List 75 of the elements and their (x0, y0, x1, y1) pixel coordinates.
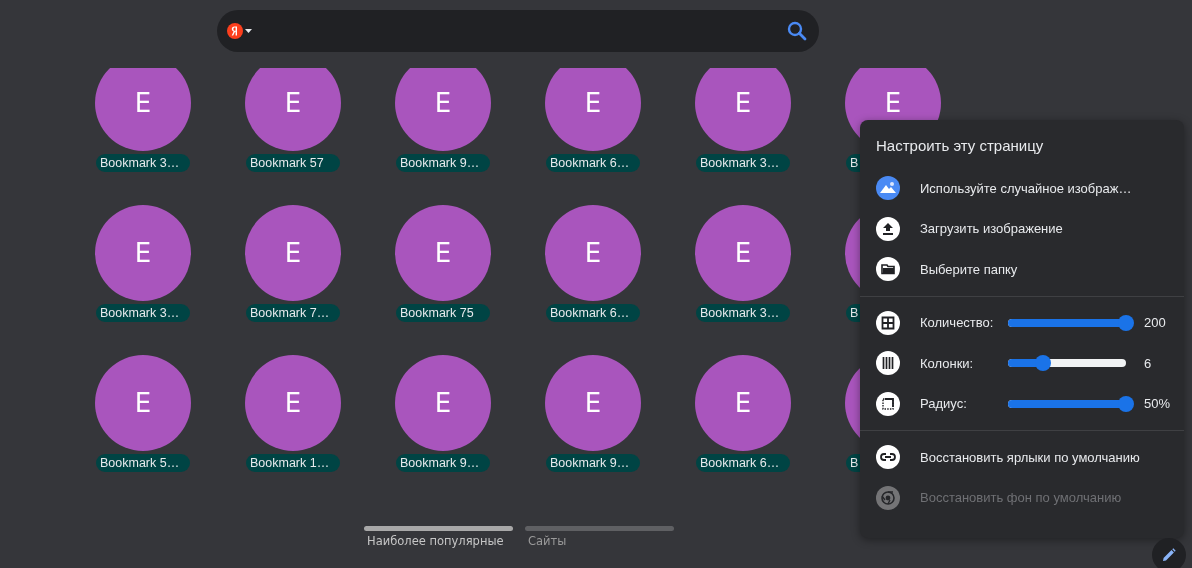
tile-letter: E (284, 238, 302, 268)
slider-handle[interactable] (1035, 355, 1052, 372)
tile-letter: E (584, 238, 602, 268)
slider-label: Колонки: (920, 355, 975, 371)
tile-letter: E (434, 238, 452, 268)
shortcut-label[interactable]: Bookmark 3… (96, 154, 190, 172)
slider-label: Радиус: (920, 396, 968, 412)
search-icon[interactable] (787, 21, 807, 41)
shortcut-tile[interactable]: E (695, 68, 791, 151)
shortcut-label[interactable]: Bookmark 5… (96, 454, 190, 472)
shortcut-label[interactable]: Bookmark 9… (546, 454, 640, 472)
shortcut-label[interactable]: Bookmark 6… (696, 454, 790, 472)
slider-handle[interactable] (1118, 395, 1134, 412)
shortcut-tile[interactable]: E (395, 68, 491, 151)
shortcut-tab[interactable]: Сайты (525, 526, 674, 548)
menu-item[interactable]: Выберите папку (860, 249, 1184, 290)
shortcut-tile[interactable]: E (245, 205, 341, 301)
shortcut-tile[interactable]: E (95, 68, 191, 151)
menu-item[interactable]: Загрузить изображение (860, 208, 1184, 249)
tile-letter: E (134, 238, 152, 268)
shortcut-tile[interactable]: E (545, 355, 641, 451)
tile-letter: E (134, 388, 152, 418)
tile-letter: E (884, 88, 902, 118)
shortcut-tile[interactable]: E (95, 355, 191, 451)
shortcut-label[interactable]: Bookmark 75 (396, 304, 490, 322)
tile-letter: E (734, 388, 752, 418)
panel-title: Настроить эту страницу (875, 137, 1045, 154)
slider-handle[interactable] (1118, 314, 1134, 331)
shortcut-label[interactable]: Bookmark 57 (246, 154, 340, 172)
pencil-icon (1162, 548, 1176, 562)
tile-letter: E (584, 388, 602, 418)
tile-letter: E (134, 88, 152, 118)
slider-value: 50% (1144, 396, 1171, 412)
shortcut-tile[interactable]: E (245, 355, 341, 451)
shortcut-label[interactable]: Bookmark 3… (96, 304, 190, 322)
shortcut-label[interactable]: Bookmark 7… (246, 304, 340, 322)
search-field[interactable] (217, 10, 819, 52)
tile-letter: E (284, 388, 302, 418)
tile-letter: E (584, 88, 602, 118)
shortcut-tile[interactable]: E (395, 205, 491, 301)
folder-icon (876, 257, 900, 282)
shortcut-tile[interactable]: E (395, 355, 491, 451)
shortcut-tab[interactable]: Наиболее популярные (364, 526, 513, 548)
slider-label: Количество: (920, 315, 995, 331)
upload-icon (876, 216, 900, 241)
tile-letter: E (434, 88, 452, 118)
link-icon (876, 445, 900, 470)
edit-button[interactable] (1152, 538, 1186, 568)
menu-item[interactable]: Восстановить ярлыки по умолчанию (860, 437, 1184, 478)
shortcut-label[interactable]: Bookmark 6… (546, 154, 640, 172)
engine-logo-icon (227, 22, 253, 40)
shortcut-tile[interactable]: E (245, 68, 341, 151)
shortcut-label[interactable]: Bookmark 1… (246, 454, 340, 472)
grid-icon (876, 310, 900, 335)
tile-letter: E (284, 88, 302, 118)
shortcut-label[interactable]: Bookmark 9… (396, 454, 490, 472)
shortcut-tile[interactable]: E (545, 68, 641, 151)
shortcut-label[interactable]: Bookmark 3… (696, 304, 790, 322)
columns-icon (876, 351, 900, 376)
slider-value: 6 (1144, 355, 1152, 371)
shortcut-tile[interactable]: E (695, 355, 791, 451)
shortcut-label[interactable]: Bookmark 6… (546, 304, 640, 322)
chrome-icon (876, 485, 900, 510)
slider-value: 200 (1144, 315, 1166, 331)
shortcut-tile[interactable]: E (545, 205, 641, 301)
tile-letter: E (434, 388, 452, 418)
shortcut-label[interactable]: Bookmark 9… (396, 154, 490, 172)
tile-letter: E (734, 238, 752, 268)
search-engine-button[interactable] (227, 22, 253, 40)
landscape-icon (876, 176, 900, 201)
shortcut-tile[interactable]: E (695, 205, 791, 301)
shortcut-tile[interactable]: E (95, 205, 191, 301)
shortcut-label[interactable]: Bookmark 3… (696, 154, 790, 172)
menu-item[interactable]: Используйте случайное изображ… (860, 168, 1184, 209)
tile-letter: E (734, 88, 752, 118)
